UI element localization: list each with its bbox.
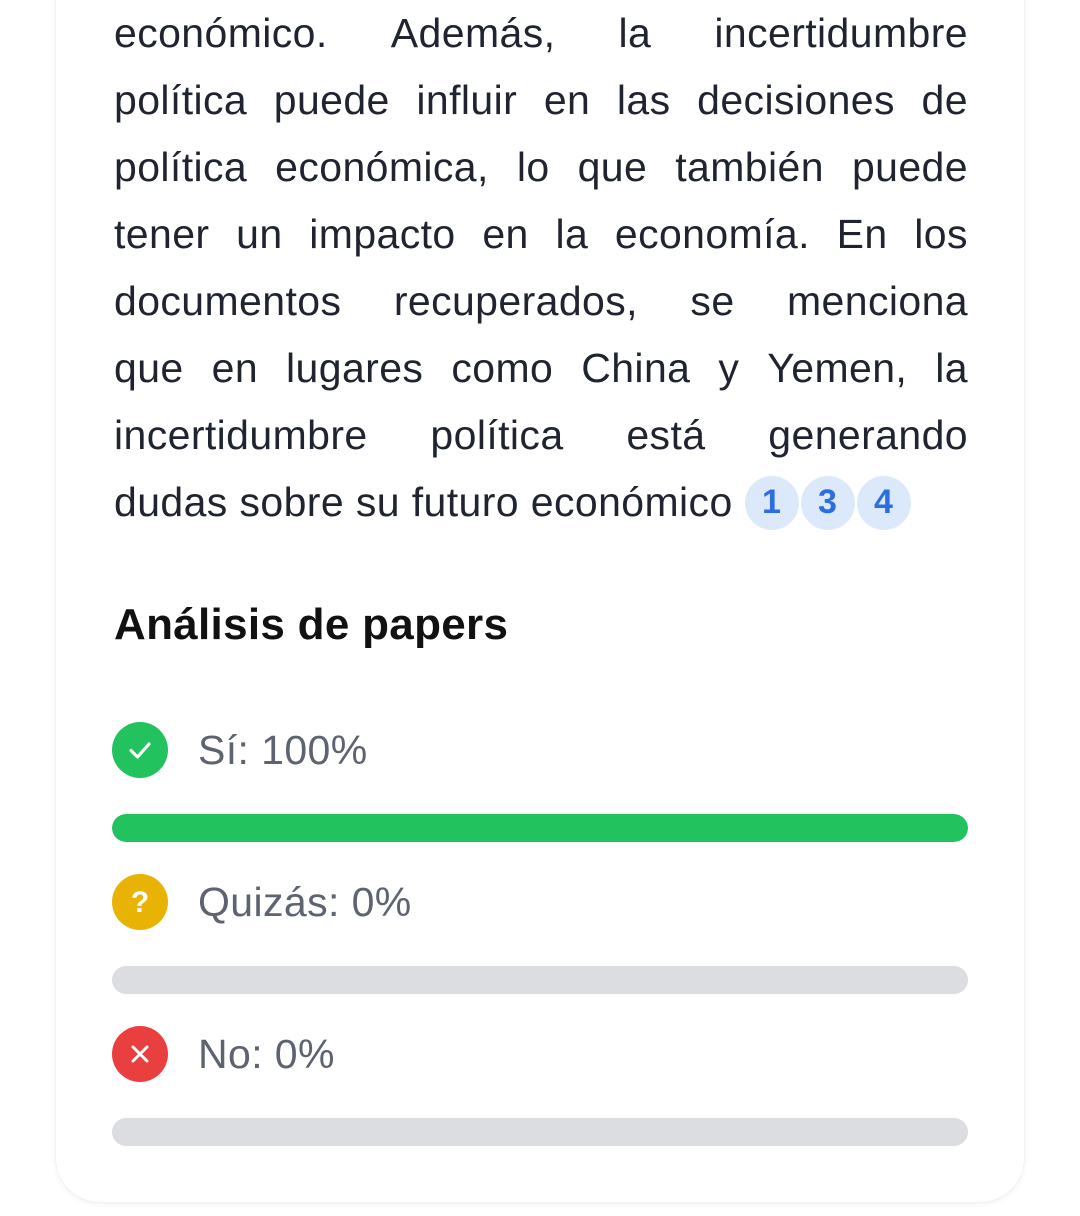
paragraph-word: se — [690, 278, 735, 324]
paragraph-word: en — [211, 345, 259, 391]
paragraph-word: generando — [768, 412, 968, 458]
paragraph-word: política — [114, 77, 248, 123]
answer-label-no: No: 0% — [198, 1030, 335, 1077]
svg-text:?: ? — [131, 886, 149, 919]
paragraph-word: Además, — [390, 10, 556, 56]
citation-badge-1[interactable]: 1 — [744, 475, 799, 530]
paragraph-word: política — [114, 144, 248, 190]
progress-fill-yes — [112, 814, 968, 842]
answer-label-maybe: Quizás: 0% — [198, 878, 412, 925]
citation-badge-3[interactable]: 3 — [800, 475, 855, 530]
paragraph-word: China — [581, 345, 691, 391]
paragraph-word: está — [626, 412, 706, 458]
paragraph-line: tener un impacto en la economía. En los — [114, 201, 968, 268]
paragraph-word: decisiones — [697, 77, 895, 123]
paragraph-word: incertidumbre — [114, 412, 368, 458]
paragraph-word: menciona — [787, 278, 968, 324]
paragraph-word: lo — [516, 144, 550, 190]
paragraph-word: en — [543, 77, 591, 123]
paragraph-word: la — [618, 10, 652, 56]
paragraph-word: que — [577, 144, 648, 190]
paragraph-line: documentos recuperados, se menciona — [114, 268, 968, 335]
paragraph-word: impacto — [309, 211, 456, 257]
answer-card: económico. Además, la incertidumbre polític… — [56, 0, 1024, 1202]
paragraph-word: la — [935, 345, 968, 391]
paragraph-word: los — [914, 211, 968, 257]
progress-bar-no — [112, 1118, 968, 1146]
paragraph-word: que — [114, 345, 184, 391]
check-icon — [112, 722, 168, 778]
paragraph-word: la — [555, 211, 589, 257]
paragraph-word: política — [430, 412, 564, 458]
paragraph-last-line-text: dudas sobre su futuro económico — [114, 479, 733, 525]
paragraph-word: lugares — [286, 345, 424, 391]
paragraph-word: de — [921, 77, 968, 123]
progress-bar-maybe — [112, 966, 968, 994]
paragraph-word: puede — [851, 144, 968, 190]
paragraph-word: en — [482, 211, 529, 257]
paragraph-word: y — [718, 345, 740, 391]
progress-bar-yes — [112, 814, 968, 842]
paragraph-line: política puede influir en las decisiones de — [114, 67, 968, 134]
paragraph-word: documentos — [114, 278, 342, 324]
paragraph-word: puede — [273, 77, 390, 123]
citation-group: 1 3 4 — [744, 475, 911, 530]
answer-label-yes: Sí: 100% — [198, 726, 368, 773]
answer-row-yes: Sí: 100% — [112, 722, 368, 778]
paragraph-word: economía. — [614, 211, 810, 257]
paragraph-word: económica, — [275, 144, 489, 190]
answer-row-maybe: ? Quizás: 0% — [112, 874, 412, 930]
answer-row-no: No: 0% — [112, 1026, 335, 1082]
close-icon — [112, 1026, 168, 1082]
answer-paragraph: económico. Además, la incertidumbre polític… — [114, 0, 968, 536]
paragraph-word: las — [616, 77, 671, 123]
paragraph-word: económico. — [114, 10, 328, 56]
paragraph-word: influir — [416, 77, 518, 123]
paragraph-word: Yemen, — [767, 345, 908, 391]
question-icon: ? — [112, 874, 168, 930]
paragraph-word: también — [675, 144, 824, 190]
paragraph-line: política económica, lo que también puede — [114, 134, 968, 201]
paragraph-line: que en lugares como China y Yemen, la — [114, 335, 968, 402]
paragraph-line: incertidumbre política está generando — [114, 402, 968, 469]
citation-badge-4[interactable]: 4 — [856, 475, 911, 530]
paragraph-line: económico. Además, la incertidumbre — [114, 0, 968, 67]
paragraph-word: como — [451, 345, 554, 391]
paragraph-word: incertidumbre — [714, 10, 968, 56]
paragraph-word: En — [836, 211, 888, 257]
paragraph-word: tener — [114, 211, 210, 257]
paragraph-word: un — [236, 211, 283, 257]
analysis-title: Análisis de papers — [114, 600, 509, 649]
paragraph-word: recuperados, — [393, 278, 638, 324]
paragraph-last-line: dudas sobre su futuro económico 1 3 4 — [114, 469, 968, 536]
